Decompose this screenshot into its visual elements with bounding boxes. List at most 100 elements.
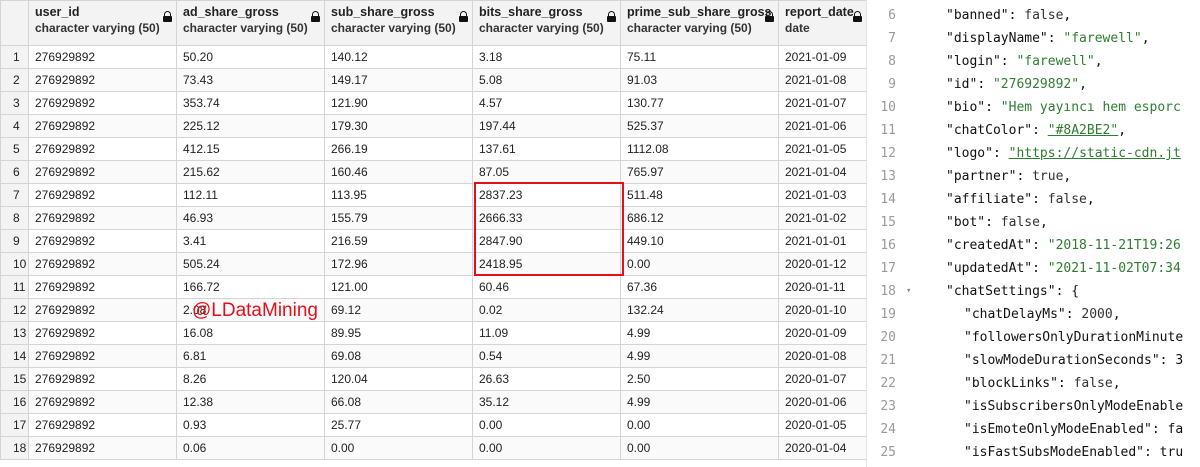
table-cell[interactable]: 11.09 [472, 321, 621, 345]
table-cell[interactable]: 16.08 [176, 321, 325, 345]
row-number-cell[interactable]: 9 [0, 229, 29, 253]
table-cell[interactable]: 60.46 [472, 275, 621, 299]
table-cell[interactable]: 2020-01-12 [778, 252, 866, 276]
table-cell[interactable]: 276929892 [28, 68, 177, 92]
table-cell[interactable]: 121.00 [324, 275, 473, 299]
table-cell[interactable]: 2020-01-04 [778, 436, 866, 460]
code-line[interactable]: 19 "chatDelayMs": 2000, [874, 303, 1200, 326]
row-number-cell[interactable]: 4 [0, 114, 29, 138]
table-cell[interactable]: 505.24 [176, 252, 325, 276]
table-cell[interactable]: 2666.33 [472, 206, 621, 230]
table-row[interactable]: 2 276929892 73.43 149.17 5.08 91.03 2021-01-08 [0, 68, 866, 92]
table-cell[interactable]: 276929892 [28, 137, 177, 161]
table-cell[interactable]: 25.77 [324, 413, 473, 437]
code-line[interactable]: 13 "partner": true, [874, 165, 1200, 188]
table-cell[interactable]: 276929892 [28, 45, 177, 69]
json-code-editor[interactable]: 6 "banned": false, 7 "displayName": "farewe… [874, 0, 1200, 467]
column-header-user-id[interactable]: user_id character varying (50) [28, 0, 177, 46]
table-cell[interactable]: 0.00 [620, 252, 779, 276]
code-line[interactable]: 12 "logo": "https://static-cdn.jt [874, 142, 1200, 165]
table-cell[interactable]: 132.24 [620, 298, 779, 322]
column-header-sub-share-gross[interactable]: sub_share_gross character varying (50) [324, 0, 473, 46]
table-cell[interactable]: 276929892 [28, 390, 177, 414]
code-line[interactable]: 17 "updatedAt": "2021-11-02T07:34 [874, 257, 1200, 280]
row-number-cell[interactable]: 12 [0, 298, 29, 322]
table-cell[interactable]: 276929892 [28, 183, 177, 207]
table-cell[interactable]: 225.12 [176, 114, 325, 138]
table-cell[interactable]: 66.08 [324, 390, 473, 414]
table-cell[interactable]: 179.30 [324, 114, 473, 138]
row-number-cell[interactable]: 11 [0, 275, 29, 299]
table-cell[interactable]: 525.37 [620, 114, 779, 138]
row-number-cell[interactable]: 1 [0, 45, 29, 69]
table-cell[interactable]: 160.46 [324, 160, 473, 184]
table-cell[interactable]: 87.05 [472, 160, 621, 184]
table-cell[interactable]: 412.15 [176, 137, 325, 161]
table-row[interactable]: 8 276929892 46.93 155.79 2666.33 686.12 2021-0… [0, 206, 866, 230]
table-cell[interactable]: 4.99 [620, 344, 779, 368]
table-cell[interactable]: 2847.90 [472, 229, 621, 253]
row-number-cell[interactable]: 6 [0, 160, 29, 184]
table-cell[interactable]: 2021-01-04 [778, 160, 866, 184]
row-number-header[interactable] [0, 0, 29, 46]
table-cell[interactable]: 215.62 [176, 160, 325, 184]
row-number-cell[interactable]: 13 [0, 321, 29, 345]
table-cell[interactable]: 172.96 [324, 252, 473, 276]
row-number-cell[interactable]: 2 [0, 68, 29, 92]
table-cell[interactable]: 2020-01-10 [778, 298, 866, 322]
table-cell[interactable]: 2020-01-11 [778, 275, 866, 299]
table-cell[interactable]: 75.11 [620, 45, 779, 69]
table-row[interactable]: 18 276929892 0.06 0.00 0.00 0.00 2020-01-04 [0, 436, 866, 460]
table-cell[interactable]: 511.48 [620, 183, 779, 207]
table-cell[interactable]: 276929892 [28, 413, 177, 437]
code-line[interactable]: 21 "slowModeDurationSeconds": 3 [874, 349, 1200, 372]
code-line[interactable]: 25 "isFastSubsModeEnabled": tru [874, 441, 1200, 464]
table-cell[interactable]: 130.77 [620, 91, 779, 115]
code-line[interactable]: 8 "login": "farewell", [874, 50, 1200, 73]
table-cell[interactable]: 2021-01-07 [778, 91, 866, 115]
query-result-grid[interactable]: user_id character varying (50) ad_share_… [0, 0, 866, 467]
code-line[interactable]: 6 "banned": false, [874, 4, 1200, 27]
table-cell[interactable]: 2020-01-05 [778, 413, 866, 437]
json-value[interactable]: "https://static-cdn.jt [1009, 146, 1181, 161]
table-cell[interactable]: 3.18 [472, 45, 621, 69]
table-row[interactable]: 7 276929892 112.11 113.95 2837.23 511.48 2021-… [0, 183, 866, 207]
table-row[interactable]: 1 276929892 50.20 140.12 3.18 75.11 2021-01-09 [0, 45, 866, 69]
table-cell[interactable]: 69.12 [324, 298, 473, 322]
code-line[interactable]: 20 "followersOnlyDurationMinute [874, 326, 1200, 349]
row-number-cell[interactable]: 18 [0, 436, 29, 460]
table-cell[interactable]: 69.08 [324, 344, 473, 368]
table-cell[interactable]: 113.95 [324, 183, 473, 207]
table-cell[interactable]: 2020-01-09 [778, 321, 866, 345]
table-row[interactable]: 14 276929892 6.81 69.08 0.54 4.99 2020-01-08 [0, 344, 866, 368]
row-number-cell[interactable]: 16 [0, 390, 29, 414]
table-cell[interactable]: 216.59 [324, 229, 473, 253]
table-cell[interactable]: 276929892 [28, 91, 177, 115]
table-row[interactable]: 17 276929892 0.93 25.77 0.00 0.00 2020-01-05 [0, 413, 866, 437]
table-row[interactable]: 3 276929892 353.74 121.90 4.57 130.77 2021-01-… [0, 91, 866, 115]
fold-caret-icon[interactable]: ▾ [906, 280, 911, 303]
code-line[interactable]: 9 "id": "276929892", [874, 73, 1200, 96]
table-cell[interactable]: 91.03 [620, 68, 779, 92]
table-cell[interactable]: 276929892 [28, 275, 177, 299]
table-cell[interactable]: 0.02 [472, 298, 621, 322]
table-row[interactable]: 9 276929892 3.41 216.59 2847.90 449.10 2021-01… [0, 229, 866, 253]
table-cell[interactable]: 276929892 [28, 160, 177, 184]
table-cell[interactable]: 276929892 [28, 229, 177, 253]
table-row[interactable]: 10 276929892 505.24 172.96 2418.95 0.00 2020-0… [0, 252, 866, 276]
table-cell[interactable]: 8.26 [176, 367, 325, 391]
row-number-cell[interactable]: 17 [0, 413, 29, 437]
table-cell[interactable]: 2837.23 [472, 183, 621, 207]
row-number-cell[interactable]: 5 [0, 137, 29, 161]
table-cell[interactable]: 276929892 [28, 114, 177, 138]
code-line[interactable]: 14 "affiliate": false, [874, 188, 1200, 211]
table-cell[interactable]: 0.93 [176, 413, 325, 437]
table-cell[interactable]: 276929892 [28, 298, 177, 322]
table-cell[interactable]: 26.63 [472, 367, 621, 391]
table-row[interactable]: 11 276929892 166.72 121.00 60.46 67.36 2020-01… [0, 275, 866, 299]
table-cell[interactable]: 2021-01-09 [778, 45, 866, 69]
table-cell[interactable]: 2021-01-01 [778, 229, 866, 253]
table-cell[interactable]: 449.10 [620, 229, 779, 253]
table-cell[interactable]: 35.12 [472, 390, 621, 414]
table-row[interactable]: 5 276929892 412.15 266.19 137.61 1112.08 2021-… [0, 137, 866, 161]
